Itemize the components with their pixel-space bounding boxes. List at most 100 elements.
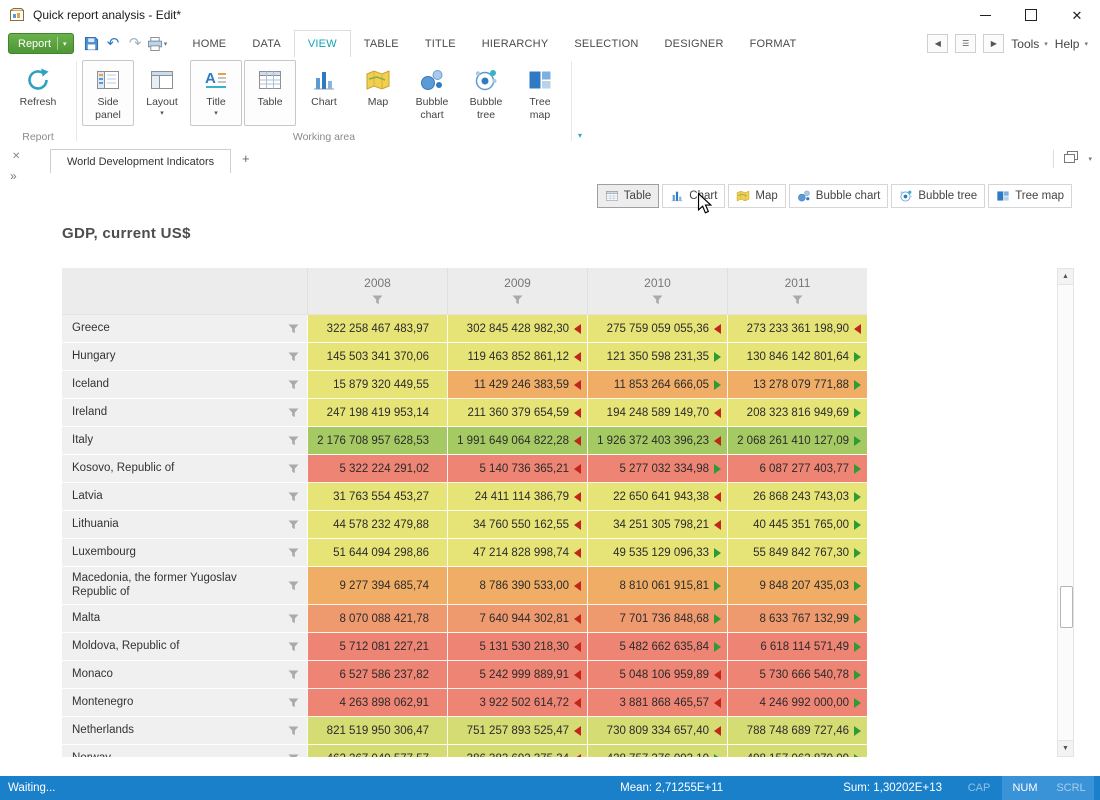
data-cell[interactable]: 821 519 950 306,47: [307, 717, 447, 745]
data-cell[interactable]: 7 640 944 302,81: [447, 605, 587, 633]
data-cell[interactable]: 6 527 586 237,82: [307, 661, 447, 689]
data-cell[interactable]: 275 759 059 055,36: [587, 315, 727, 343]
ribbon-button-map[interactable]: Map: [352, 60, 404, 126]
data-cell[interactable]: 8 810 061 915,81: [587, 567, 727, 605]
row-header[interactable]: Iceland: [62, 371, 307, 399]
data-cell[interactable]: 119 463 852 861,12: [447, 343, 587, 371]
ribbon-tab-selection[interactable]: SELECTION: [561, 30, 651, 57]
data-cell[interactable]: 273 233 361 198,90: [727, 315, 867, 343]
data-cell[interactable]: 26 868 243 743,03: [727, 483, 867, 511]
undo-button[interactable]: ↶: [103, 34, 124, 54]
row-header[interactable]: Lithuania: [62, 511, 307, 539]
ribbon-tab-data[interactable]: DATA: [239, 30, 294, 57]
data-cell[interactable]: 5 482 662 635,84: [587, 633, 727, 661]
data-cell[interactable]: 730 809 334 657,40: [587, 717, 727, 745]
data-cell[interactable]: 55 849 842 767,30: [727, 539, 867, 567]
ribbon-button-refresh[interactable]: Refresh: [12, 60, 64, 126]
row-header[interactable]: Netherlands: [62, 717, 307, 745]
data-cell[interactable]: 2 068 261 410 127,09: [727, 427, 867, 455]
data-cell[interactable]: 3 881 868 465,57: [587, 689, 727, 717]
data-cell[interactable]: 194 248 589 149,70: [587, 399, 727, 427]
scroll-down-button[interactable]: ▼: [1058, 740, 1073, 756]
row-header[interactable]: Ireland: [62, 399, 307, 427]
new-tab-button[interactable]: +: [242, 151, 250, 166]
ribbon-button-tree-map[interactable]: Treemap: [514, 60, 566, 126]
data-cell[interactable]: 2 176 708 957 628,53: [307, 427, 447, 455]
ribbon-tab-designer[interactable]: DESIGNER: [652, 30, 737, 57]
data-cell[interactable]: 47 214 828 998,74: [447, 539, 587, 567]
ribbon-button-table[interactable]: Table: [244, 60, 296, 126]
ribbon-tab-view[interactable]: VIEW: [294, 30, 351, 58]
data-cell[interactable]: 121 350 598 231,35: [587, 343, 727, 371]
data-cell[interactable]: 145 503 341 370,06: [307, 343, 447, 371]
view-switch-bubble-chart[interactable]: Bubble chart: [789, 184, 889, 208]
row-header[interactable]: Norway: [62, 745, 307, 757]
data-cell[interactable]: 5 048 106 959,89: [587, 661, 727, 689]
data-cell[interactable]: 5 277 032 334,98: [587, 455, 727, 483]
scrollbar-thumb[interactable]: [1060, 586, 1073, 628]
column-header-2008[interactable]: 2008: [307, 268, 447, 315]
data-cell[interactable]: 31 763 554 453,27: [307, 483, 447, 511]
row-header[interactable]: Greece: [62, 315, 307, 343]
data-cell[interactable]: 5 140 736 365,21: [447, 455, 587, 483]
ribbon-tab-hierarchy[interactable]: HIERARCHY: [469, 30, 562, 57]
data-cell[interactable]: 386 383 692 375,34: [447, 745, 587, 757]
data-cell[interactable]: 6 618 114 571,49: [727, 633, 867, 661]
data-cell[interactable]: 211 360 379 654,59: [447, 399, 587, 427]
ribbon-button-bubble-tree[interactable]: Bubbletree: [460, 60, 512, 126]
tools-menu[interactable]: Tools ▾: [1011, 37, 1048, 51]
data-cell[interactable]: 322 258 467 483,97: [307, 315, 447, 343]
row-header[interactable]: Latvia: [62, 483, 307, 511]
chevron-down-icon[interactable]: ▾: [578, 131, 582, 140]
view-switch-tree-map[interactable]: Tree map: [988, 184, 1072, 208]
data-cell[interactable]: 8 786 390 533,00: [447, 567, 587, 605]
data-cell[interactable]: 9 277 394 685,74: [307, 567, 447, 605]
redo-button[interactable]: ↷: [125, 34, 146, 54]
column-header-2011[interactable]: 2011: [727, 268, 867, 315]
row-header[interactable]: Hungary: [62, 343, 307, 371]
data-cell[interactable]: 9 848 207 435,03: [727, 567, 867, 605]
lock-indicator-cap[interactable]: CAP: [956, 776, 1002, 800]
data-cell[interactable]: 49 535 129 096,33: [587, 539, 727, 567]
data-cell[interactable]: 3 922 502 614,72: [447, 689, 587, 717]
column-header-2009[interactable]: 2009: [447, 268, 587, 315]
lock-indicator-scrl[interactable]: SCRL: [1048, 776, 1094, 800]
data-cell[interactable]: 5 242 999 889,91: [447, 661, 587, 689]
view-switch-table[interactable]: Table: [597, 184, 660, 208]
column-header-2010[interactable]: 2010: [587, 268, 727, 315]
view-switch-bubble-tree[interactable]: Bubble tree: [891, 184, 985, 208]
data-cell[interactable]: 5 131 530 218,30: [447, 633, 587, 661]
ribbon-button-chart[interactable]: Chart: [298, 60, 350, 126]
data-cell[interactable]: 208 323 816 949,69: [727, 399, 867, 427]
data-cell[interactable]: 51 644 094 298,86: [307, 539, 447, 567]
row-header[interactable]: Monaco: [62, 661, 307, 689]
row-header[interactable]: Moldova, Republic of: [62, 633, 307, 661]
row-header[interactable]: Malta: [62, 605, 307, 633]
close-button[interactable]: ✕: [1054, 0, 1100, 30]
maximize-button[interactable]: [1008, 0, 1054, 30]
lock-indicator-num[interactable]: NUM: [1002, 776, 1048, 800]
data-cell[interactable]: 11 853 264 666,05: [587, 371, 727, 399]
view-switch-map[interactable]: Map: [728, 184, 785, 208]
data-cell[interactable]: 6 087 277 403,77: [727, 455, 867, 483]
scroll-right-button[interactable]: ▶: [983, 34, 1004, 53]
row-header[interactable]: Kosovo, Republic of: [62, 455, 307, 483]
ribbon-button-bubble-chart[interactable]: Bubblechart: [406, 60, 458, 126]
data-cell[interactable]: 751 257 893 525,47: [447, 717, 587, 745]
report-menu-button[interactable]: Report ▾: [8, 33, 74, 54]
data-cell[interactable]: 13 278 079 771,88: [727, 371, 867, 399]
document-tab[interactable]: World Development Indicators: [50, 149, 231, 174]
data-cell[interactable]: 247 198 419 953,14: [307, 399, 447, 427]
data-cell[interactable]: 15 879 320 449,55: [307, 371, 447, 399]
ribbon-tab-table[interactable]: TABLE: [351, 30, 412, 57]
row-header[interactable]: Luxembourg: [62, 539, 307, 567]
data-cell[interactable]: 4 263 898 062,91: [307, 689, 447, 717]
expand-panel-button[interactable]: »: [10, 169, 17, 183]
data-cell[interactable]: 34 251 305 798,21: [587, 511, 727, 539]
data-cell[interactable]: 1 991 649 064 822,28: [447, 427, 587, 455]
data-cell[interactable]: 130 846 142 801,64: [727, 343, 867, 371]
data-cell[interactable]: 1 926 372 403 396,23: [587, 427, 727, 455]
help-menu[interactable]: Help ▾: [1055, 37, 1088, 51]
save-button[interactable]: [81, 34, 102, 54]
chevron-down-icon[interactable]: ▾: [1088, 155, 1092, 163]
